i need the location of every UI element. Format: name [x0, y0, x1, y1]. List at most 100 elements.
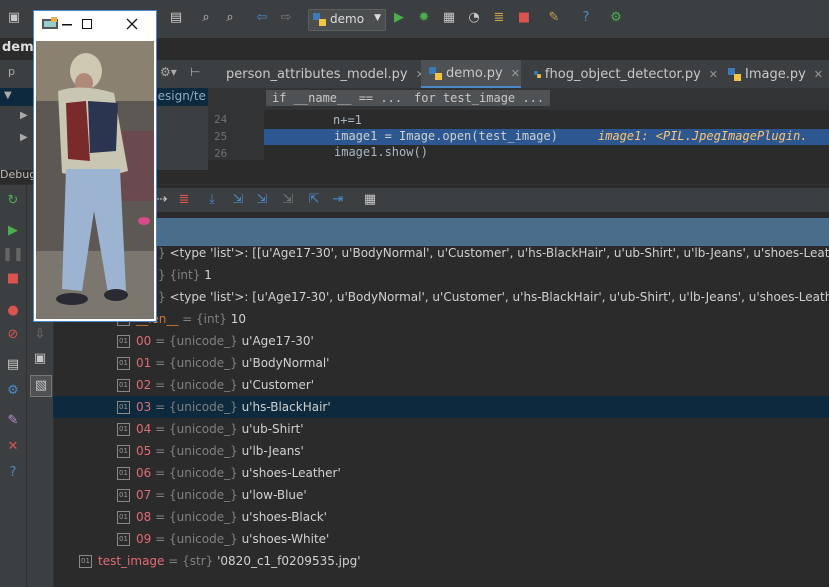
watch-icon[interactable]: ▧ [30, 375, 52, 397]
variable-row[interactable]: 01 08 = {unicode_} u'shoes-Black' [53, 506, 829, 528]
variable-row[interactable]: 01 00 = {unicode_} u'Age17-30' [53, 330, 829, 352]
maximize-icon[interactable] [82, 19, 92, 29]
variable-row[interactable]: 01 05 = {unicode_} u'lb-Jeans' [53, 440, 829, 462]
stop-icon[interactable]: ■ [5, 271, 21, 287]
variable-type: {unicode_} [168, 422, 238, 436]
layout-icon[interactable]: ▤ [5, 357, 21, 373]
close-icon[interactable]: ✕ [814, 68, 823, 81]
help-icon[interactable]: ? [578, 10, 594, 26]
variable-separator: = [151, 444, 169, 458]
concurrency-icon[interactable]: ≣ [491, 10, 507, 26]
step-out-icon[interactable]: ⇱ [306, 192, 322, 208]
replace-icon[interactable]: ⌕ [222, 10, 238, 26]
variable-value: u'lb-Jeans' [241, 444, 304, 458]
mute-breakpoints-icon[interactable]: ⊘ [5, 327, 21, 343]
paste-icon[interactable]: ▤ [168, 10, 184, 26]
variable-row[interactable]: 01 04 = {unicode_} u'ub-Shirt' [53, 418, 829, 440]
variable-separator: = [151, 488, 169, 502]
variable-type: {int} [169, 268, 201, 282]
variable-row[interactable]: 01 02 = {unicode_} u'Customer' [53, 374, 829, 396]
variable-type: {unicode_} [168, 466, 238, 480]
variable-name: 03 [136, 400, 152, 414]
close-icon[interactable]: ✕ [5, 439, 21, 455]
code-editor[interactable]: 24 25 26 n+=1 image1 = Image.open(test_i… [208, 110, 829, 160]
variable-row[interactable]: 01 07 = {unicode_} u'low-Blue' [53, 484, 829, 506]
view-breakpoints-icon[interactable]: ● [5, 303, 21, 319]
step-into-icon[interactable]: ⇲ [230, 192, 246, 208]
pause-icon[interactable]: ❚❚ [2, 247, 24, 263]
variable-value: [[u'Age17-30', u'BodyNormal', u'Customer… [252, 246, 829, 260]
coverage-icon[interactable]: ▦ [441, 10, 457, 26]
tree-expand-icon[interactable]: ▶ [20, 110, 28, 121]
image-viewer-window[interactable] [33, 10, 157, 322]
run-icon[interactable]: ▶ [391, 10, 407, 26]
variable-separator: = [151, 532, 169, 546]
python-file-icon [429, 66, 442, 80]
tab-image[interactable]: Image.py ✕ [720, 60, 828, 88]
variable-entry: 01 06 = {unicode_} u'shoes-Leather' [117, 462, 341, 484]
close-icon[interactable]: ✕ [709, 68, 718, 81]
variable-name: test_image [98, 554, 165, 568]
variable-row[interactable]: 01 01 = {unicode_} u'BodyNormal' [53, 352, 829, 374]
tree-path: design/te [150, 89, 206, 103]
profile-icon[interactable]: ◔ [466, 10, 482, 26]
close-icon[interactable]: ✕ [511, 67, 520, 80]
stop-icon[interactable]: ■ [516, 10, 532, 26]
close-icon[interactable] [126, 18, 138, 30]
run-config-select[interactable]: demo ▼ [308, 9, 386, 31]
variable-row[interactable]: 01 06 = {unicode_} u'shoes-Leather' [53, 462, 829, 484]
tab-demo[interactable]: demo.py ✕ [421, 60, 521, 88]
resume-icon[interactable]: ▶ [5, 223, 21, 239]
breadcrumb-item[interactable]: for test_image ... [408, 90, 551, 106]
show-execution-point-icon[interactable]: ≣ [176, 192, 192, 208]
settings-wrench-icon[interactable]: ✎ [546, 10, 562, 26]
code-line: image1 = Image.open(test_image) [334, 129, 558, 143]
variable-type-icon: 01 [117, 401, 130, 414]
help-icon[interactable]: ? [5, 465, 21, 481]
variable-type: {unicode_} [168, 532, 238, 546]
variable-value: u'shoes-White' [241, 532, 330, 546]
tree-collapse-icon[interactable]: ▼ [4, 90, 12, 101]
breadcrumb-item[interactable]: if __name__ == ... [266, 90, 409, 106]
variable-value: [u'Age17-30', u'BodyNormal', u'Customer'… [252, 290, 829, 304]
variable-separator: = [151, 466, 169, 480]
variable-row[interactable]: } {int} 1 [53, 264, 829, 286]
variable-type: {str} [182, 554, 214, 568]
tab-label: Image.py [745, 66, 806, 82]
python-file-icon [534, 70, 541, 78]
variable-entry: } <type 'list'>: [[u'Age17-30', u'BodyNo… [158, 242, 829, 264]
variable-row[interactable]: 01__len__ = {int} 10 [53, 308, 829, 330]
variable-row[interactable]: 01 03 = {unicode_} u'hs-BlackHair' [53, 396, 829, 418]
debug-bug-icon[interactable]: ✹ [416, 10, 432, 26]
save-icon[interactable]: ▣ [6, 10, 22, 26]
step-into-my-code-icon[interactable]: ⇲ [254, 192, 270, 208]
minimize-icon[interactable] [62, 24, 72, 26]
variable-separator: = [151, 510, 169, 524]
force-step-into-icon[interactable]: ⇲ [280, 192, 296, 208]
rerun-icon[interactable]: ↻ [5, 193, 21, 209]
variable-row[interactable]: } <type 'list'>: [[u'Age17-30', u'BodyNo… [53, 242, 829, 264]
variable-entry: 01 04 = {unicode_} u'ub-Shirt' [117, 418, 304, 440]
collapse-icon[interactable]: ⊢ [190, 65, 200, 79]
pin-icon[interactable]: ✎ [5, 413, 21, 429]
copy-icon[interactable]: ▣ [32, 351, 48, 367]
step-over-icon[interactable]: ⤓ [204, 192, 220, 208]
variable-row[interactable]: } <type 'list'>: [u'Age17-30', u'BodyNor… [53, 286, 829, 308]
python-icon [313, 13, 326, 26]
run-to-cursor-icon[interactable]: ⇥ [330, 192, 346, 208]
evaluate-expression-icon[interactable]: ▦ [362, 192, 378, 208]
gear-icon[interactable]: ⚙▾ [160, 65, 177, 79]
tab-person-attributes-model[interactable]: person_attributes_model.py ✕ [214, 60, 425, 88]
back-icon[interactable]: ⇦ [254, 10, 270, 26]
window-title-bar[interactable] [34, 11, 156, 39]
variable-row[interactable]: 01 09 = {unicode_} u'shoes-White' [53, 528, 829, 550]
tree-expand-icon[interactable]: ▶ [20, 132, 28, 143]
down-arrow-icon[interactable]: ⇩ [32, 327, 48, 343]
variable-row[interactable]: 01 test_image = {str} '0820_c1_f0209535.j… [53, 550, 829, 572]
settings-icon[interactable]: ⚙ [5, 383, 21, 399]
plugin-icon[interactable]: ⚙ [608, 10, 624, 26]
tab-fhog-object-detector[interactable]: fhog_object_detector.py ✕ [526, 60, 718, 88]
editor-tab-bar: person_attributes_model.py ✕ demo.py ✕ f… [208, 60, 829, 89]
search-icon[interactable]: ⌕ [198, 10, 214, 26]
forward-icon[interactable]: ⇨ [278, 10, 294, 26]
